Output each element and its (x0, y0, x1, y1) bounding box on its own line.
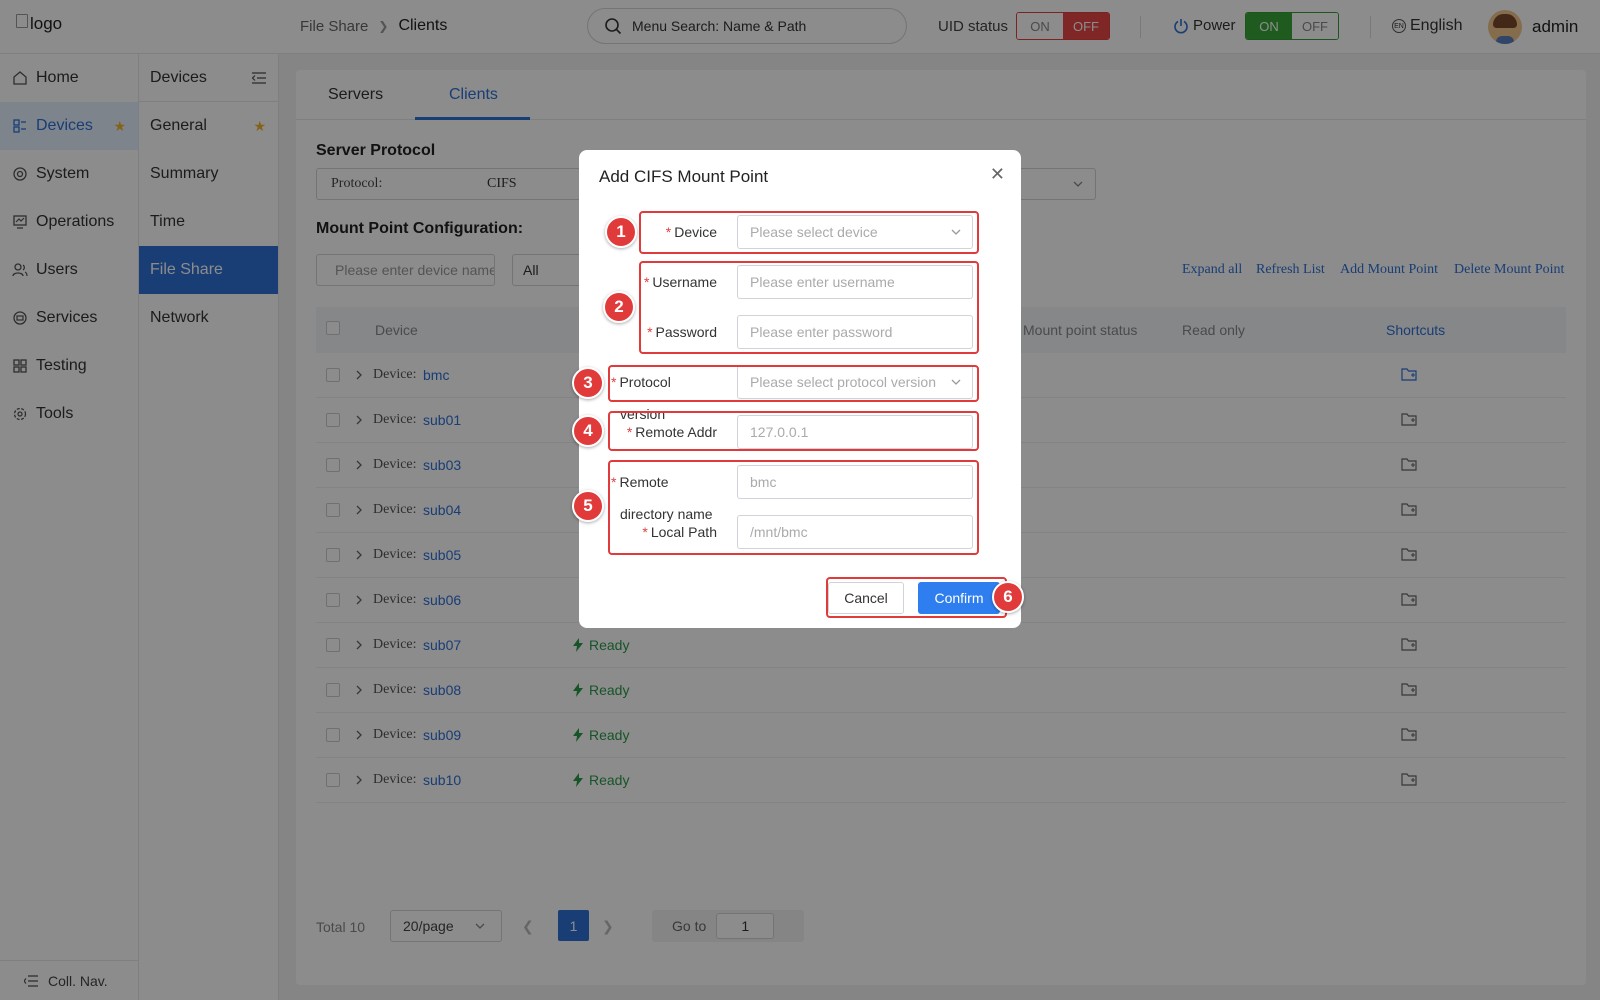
annotation-number-5: 5 (572, 490, 604, 522)
highlight-box-3 (608, 365, 979, 402)
annotation-number-4: 4 (572, 415, 604, 447)
highlight-box-1 (639, 211, 979, 254)
annotation-number-6: 6 (992, 581, 1024, 613)
highlight-box-6 (826, 577, 1007, 618)
annotation-number-3: 3 (572, 367, 604, 399)
close-icon[interactable]: ✕ (990, 164, 1005, 185)
dialog-title: Add CIFS Mount Point (599, 167, 769, 186)
highlight-box-4 (608, 411, 979, 451)
highlight-box-5 (608, 460, 979, 555)
highlight-box-2 (639, 261, 979, 354)
annotation-number-2: 2 (603, 291, 635, 323)
annotation-number-1: 1 (605, 216, 637, 248)
